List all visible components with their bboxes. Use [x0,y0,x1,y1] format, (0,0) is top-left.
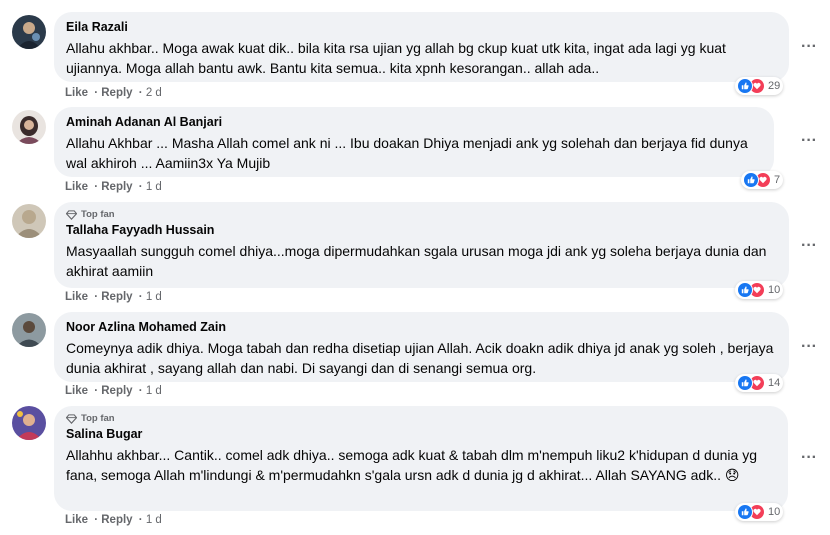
comment-bubble: Top fan Tallaha Fayyadh Hussain Masyaall… [54,202,789,288]
reply-button[interactable]: Reply [101,385,132,397]
avatar[interactable] [12,110,46,144]
more-options-icon[interactable]: ··· [799,236,819,256]
diamond-icon [66,413,77,424]
commenter-name[interactable]: Noor Azlina Mohamed Zain [66,320,777,334]
like-button[interactable]: Like [65,87,88,99]
comment-text: Allahhu akhbar... Cantik.. comel adk dhi… [66,447,757,483]
reaction-count: 7 [774,174,781,186]
avatar[interactable] [12,406,46,440]
reactions-summary[interactable]: 10 [735,281,784,299]
comment-timestamp[interactable]: 1 d [146,181,162,193]
avatar[interactable] [12,15,46,49]
reactions-summary[interactable]: 14 [735,374,784,392]
comment-bubble: Top fan Salina Bugar Allahhu akhbar... C… [54,406,788,511]
commenter-name[interactable]: Salina Bugar [66,427,776,441]
comment-actions: Like · Reply · 2 d [65,87,162,99]
like-reaction-icon [737,504,753,520]
reaction-count: 29 [768,80,781,92]
like-button[interactable]: Like [65,181,88,193]
reaction-count: 14 [768,377,781,389]
comment-actions: Like · Reply · 1 d [65,291,162,303]
reaction-count: 10 [768,506,781,518]
more-options-icon[interactable]: ··· [799,448,819,468]
comment-text: Allahu Akhbar ... Masha Allah comel ank … [66,135,748,171]
top-fan-badge: Top fan [66,209,777,220]
diamond-icon [66,209,77,220]
reply-button[interactable]: Reply [101,291,132,303]
comment-text: Masyaallah sungguh comel dhiya...moga di… [66,243,767,279]
commenter-name[interactable]: Eila Razali [66,20,777,34]
comment-text: Comeynya adik dhiya. Moga tabah dan redh… [66,340,774,376]
comment-actions: Like · Reply · 1 d [65,514,162,526]
more-options-icon[interactable]: ··· [799,131,819,151]
top-fan-badge: Top fan [66,413,776,424]
comment-bubble: Noor Azlina Mohamed Zain Comeynya adik d… [54,312,789,382]
comment-timestamp[interactable]: 2 d [146,87,162,99]
comment-timestamp[interactable]: 1 d [146,385,162,397]
comment-bubble: Aminah Adanan Al Banjari Allahu Akhbar .… [54,107,774,177]
comment-bubble: Eila Razali Allahu akhbar.. Moga awak ku… [54,12,789,82]
reaction-count: 10 [768,284,781,296]
like-reaction-icon [737,282,753,298]
comment-actions: Like · Reply · 1 d [65,181,162,193]
commenter-name[interactable]: Aminah Adanan Al Banjari [66,115,762,129]
commenter-name[interactable]: Tallaha Fayyadh Hussain [66,223,777,237]
comment-timestamp[interactable]: 1 d [146,514,162,526]
like-button[interactable]: Like [65,291,88,303]
reply-button[interactable]: Reply [101,181,132,193]
top-fan-label: Top fan [81,209,115,220]
more-options-icon[interactable]: ··· [799,37,819,57]
reactions-summary[interactable]: 7 [741,171,784,189]
comment-text: Allahu akhbar.. Moga awak kuat dik.. bil… [66,40,726,76]
reactions-summary[interactable]: 29 [735,77,784,95]
reply-button[interactable]: Reply [101,87,132,99]
like-reaction-icon [743,172,759,188]
comment-timestamp[interactable]: 1 d [146,291,162,303]
comment-actions: Like · Reply · 1 d [65,385,162,397]
like-reaction-icon [737,78,753,94]
like-reaction-icon [737,375,753,391]
reply-button[interactable]: Reply [101,514,132,526]
like-button[interactable]: Like [65,514,88,526]
avatar[interactable] [12,313,46,347]
reactions-summary[interactable]: 10 [735,503,784,521]
avatar[interactable] [12,204,46,238]
more-options-icon[interactable]: ··· [799,337,819,357]
top-fan-label: Top fan [81,413,115,424]
like-button[interactable]: Like [65,385,88,397]
